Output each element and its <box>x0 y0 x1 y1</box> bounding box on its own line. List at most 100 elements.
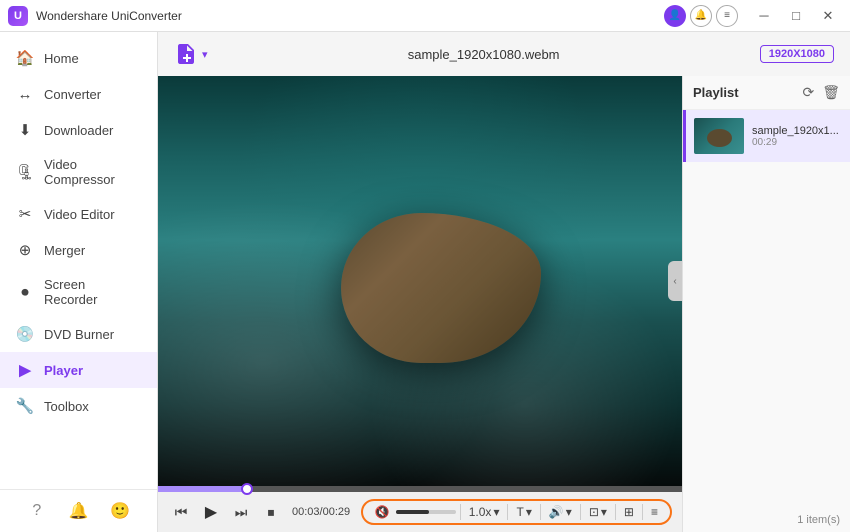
next-button[interactable]: ⏭ <box>228 499 254 525</box>
volume-icon: 🔇 <box>375 505 390 519</box>
editor-icon: ✂ <box>16 205 34 223</box>
sidebar-item-home[interactable]: 🏠 Home <box>0 40 157 76</box>
player-wrapper: ‹ ⏮ ▶ ⏭ ⏹ 00:03/00:29 <box>158 76 850 532</box>
play-button[interactable]: ▶ <box>198 499 224 525</box>
playlist-item-info: sample_1920x1... 00:29 <box>752 125 842 148</box>
playlist-item-name: sample_1920x1... <box>752 125 842 137</box>
video-canvas[interactable]: ‹ <box>158 76 682 486</box>
minimize-button[interactable]: ─ <box>750 5 778 27</box>
collapse-handle[interactable]: ‹ <box>668 261 682 301</box>
divider-1 <box>460 504 461 520</box>
audio-track-button[interactable]: 🔊 ▾ <box>545 503 576 521</box>
sidebar-label-compressor: Video Compressor <box>44 157 141 187</box>
volume-slider[interactable] <box>396 510 456 514</box>
prev-button[interactable]: ⏮ <box>168 499 194 525</box>
bell-icon[interactable]: 🔔 <box>67 500 89 522</box>
progress-bar[interactable] <box>158 486 682 492</box>
smiley-icon[interactable]: 🙂 <box>109 500 131 522</box>
home-icon: 🏠 <box>16 49 34 67</box>
title-bar-left: U Wondershare UniConverter <box>8 6 182 26</box>
sidebar-items: 🏠 Home ↔ Converter ⬇ Downloader 🗜 Video … <box>0 32 157 432</box>
sidebar-label-downloader: Downloader <box>44 123 113 138</box>
sidebar-label-screen-recorder: Screen Recorder <box>44 277 141 307</box>
help-icon[interactable]: ? <box>26 500 48 522</box>
playlist-footer: 1 item(s) <box>683 508 850 532</box>
player-icon: ▶ <box>16 361 34 379</box>
speed-caret: ▾ <box>493 505 499 519</box>
close-button[interactable]: ✕ <box>814 5 842 27</box>
dvd-burner-icon: 💿 <box>16 325 34 343</box>
add-media-button[interactable]: ▾ <box>174 42 208 66</box>
sidebar-item-toolbox[interactable]: 🔧 Toolbox <box>0 388 157 424</box>
playlist-delete-button[interactable]: 🗑 <box>822 84 840 101</box>
sidebar-label-dvd: DVD Burner <box>44 327 114 342</box>
menu-icon: ≡ <box>651 505 658 519</box>
downloader-icon: ⬇ <box>16 121 34 139</box>
menu-icon[interactable]: ≡ <box>716 5 738 27</box>
progress-handle[interactable] <box>241 483 253 495</box>
toolbox-icon: 🔧 <box>16 397 34 415</box>
sidebar-label-player: Player <box>44 363 83 378</box>
playlist-item-duration: 00:29 <box>752 137 842 148</box>
playlist-header: Playlist ⟳ 🗑 <box>683 76 850 110</box>
thumbnail-rock <box>707 129 732 147</box>
snapshot-icon: ⊞ <box>624 505 634 519</box>
content-area: ▾ sample_1920x1080.webm 1920X1080 ‹ <box>158 32 850 532</box>
right-controls: 🔇 1.0x ▾ <box>361 499 672 525</box>
divider-2 <box>507 504 508 520</box>
audio-icon: 🔊 <box>549 505 564 519</box>
sidebar-item-video-compressor[interactable]: 🗜 Video Compressor <box>0 148 157 196</box>
add-icon <box>174 42 198 66</box>
title-bar-icons: 👤 🔔 ≡ <box>664 5 738 27</box>
resolution-badge: 1920X1080 <box>760 45 834 63</box>
sidebar-item-downloader[interactable]: ⬇ Downloader <box>0 112 157 148</box>
sidebar-item-screen-recorder[interactable]: ⏺ Screen Recorder <box>0 268 157 316</box>
top-toolbar: ▾ sample_1920x1080.webm 1920X1080 <box>158 32 850 76</box>
volume-mute-button[interactable]: 🔇 <box>371 503 394 521</box>
controls-bar: ⏮ ▶ ⏭ ⏹ 00:03/00:29 🔇 <box>158 492 682 532</box>
volume-fill <box>396 510 429 514</box>
video-area: ‹ ⏮ ▶ ⏭ ⏹ 00:03/00:29 <box>158 76 682 532</box>
sidebar-label-converter: Converter <box>44 87 101 102</box>
app-title: Wondershare UniConverter <box>36 9 182 23</box>
sidebar-item-video-editor[interactable]: ✂ Video Editor <box>0 196 157 232</box>
divider-3 <box>540 504 541 520</box>
playlist-icons: ⟳ 🗑 <box>802 84 840 101</box>
caption-button[interactable]: T ▾ <box>512 503 535 521</box>
speed-button[interactable]: 1.0x ▾ <box>465 503 504 521</box>
sidebar-item-converter[interactable]: ↔ Converter <box>0 76 157 112</box>
sidebar-item-dvd-burner[interactable]: 💿 DVD Burner <box>0 316 157 352</box>
stop-button[interactable]: ⏹ <box>258 499 284 525</box>
crop-button[interactable]: ⊡ ▾ <box>585 503 611 521</box>
progress-fill <box>158 486 247 492</box>
caption-caret: ▾ <box>526 505 532 519</box>
divider-4 <box>580 504 581 520</box>
speed-label: 1.0x <box>469 505 492 519</box>
main-layout: 🏠 Home ↔ Converter ⬇ Downloader 🗜 Video … <box>0 32 850 532</box>
add-caret-icon: ▾ <box>202 48 208 61</box>
sidebar-item-player[interactable]: ▶ Player <box>0 352 157 388</box>
divider-6 <box>642 504 643 520</box>
maximize-button[interactable]: □ <box>782 5 810 27</box>
sidebar-label-editor: Video Editor <box>44 207 115 222</box>
playlist-menu-button[interactable]: ≡ <box>647 503 662 521</box>
sidebar-label-toolbox: Toolbox <box>44 399 89 414</box>
sidebar-label-merger: Merger <box>44 243 85 258</box>
sidebar: 🏠 Home ↔ Converter ⬇ Downloader 🗜 Video … <box>0 32 158 532</box>
title-bar: U Wondershare UniConverter 👤 🔔 ≡ ─ □ ✕ <box>0 0 850 32</box>
caption-icon: T <box>516 505 523 519</box>
notification-icon[interactable]: 🔔 <box>690 5 712 27</box>
playlist-title: Playlist <box>693 85 739 100</box>
snapshot-button[interactable]: ⊞ <box>620 503 638 521</box>
title-bar-right: 👤 🔔 ≡ ─ □ ✕ <box>664 5 842 27</box>
sidebar-item-merger[interactable]: ⊕ Merger <box>0 232 157 268</box>
playlist-item[interactable]: sample_1920x1... 00:29 <box>683 110 850 162</box>
playlist-add-button[interactable]: ⟳ <box>802 84 814 101</box>
screen-recorder-icon: ⏺ <box>16 283 34 301</box>
crop-caret: ▾ <box>601 505 607 519</box>
sidebar-bottom: ? 🔔 🙂 <box>0 489 157 532</box>
user-icon[interactable]: 👤 <box>664 5 686 27</box>
time-display: 00:03/00:29 <box>292 506 350 518</box>
playlist-panel: Playlist ⟳ 🗑 sample_1920x1... 00:29 <box>682 76 850 532</box>
sidebar-label-home: Home <box>44 51 79 66</box>
